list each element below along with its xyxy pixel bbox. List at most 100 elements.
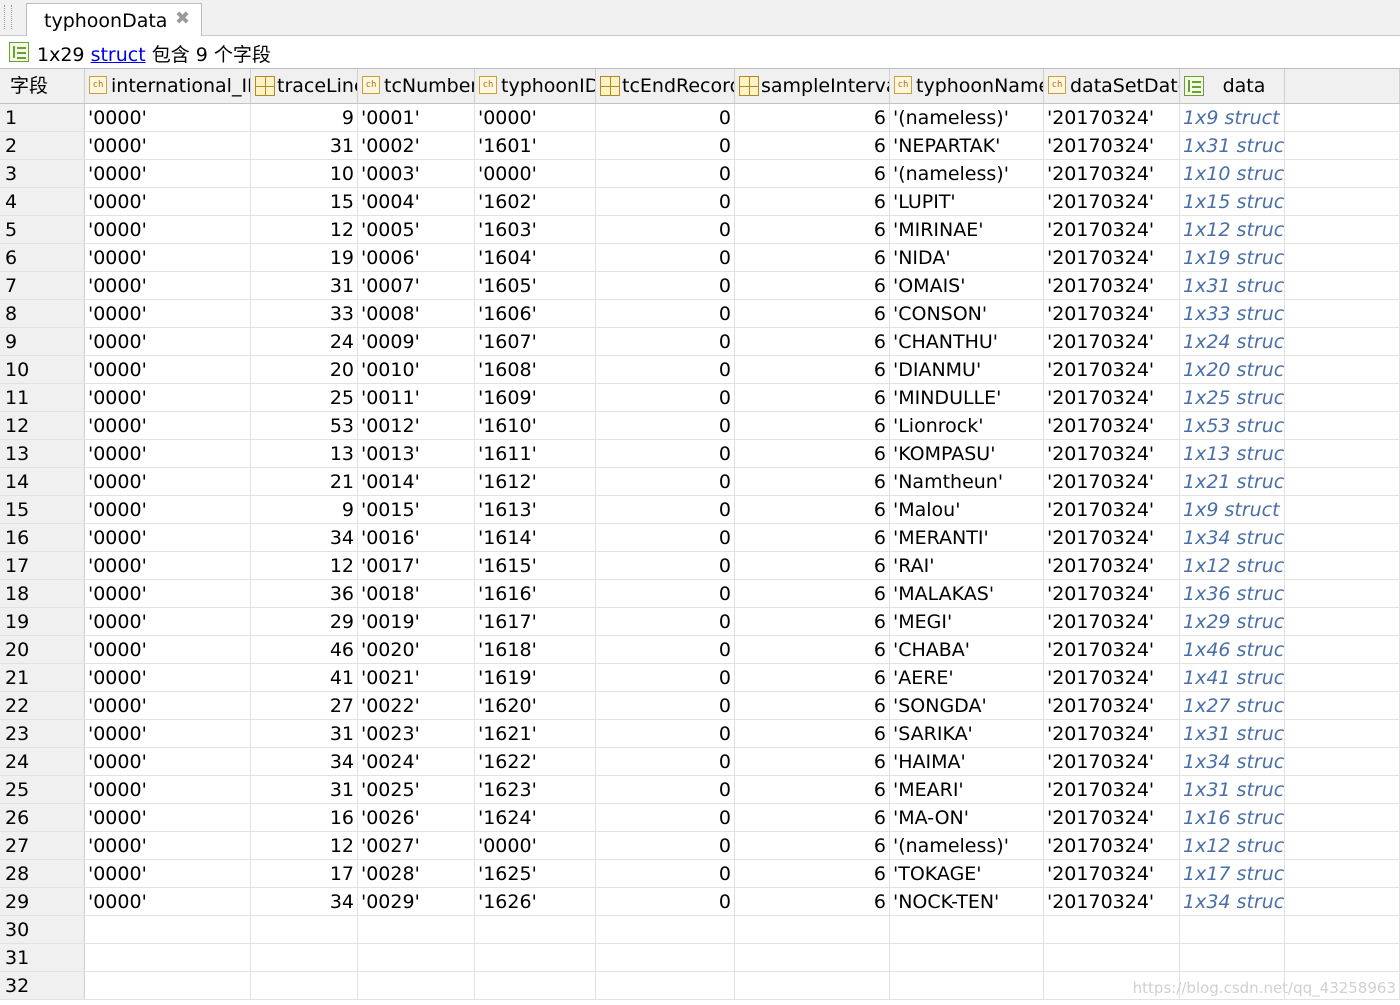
cell-data[interactable] (1180, 944, 1285, 971)
table-row[interactable]: 27'0000' 12'0027' '0000' 0 6 '(nameless)' '201… (0, 832, 1400, 860)
table-row[interactable]: 28'0000' 17'0028' '1625' 0 6 'TOKAGE' '2017032… (0, 860, 1400, 888)
table-row[interactable]: 19'0000' 29'0019' '1617' 0 6 'MEGI' '20170324'… (0, 608, 1400, 636)
cell-sampleInterval[interactable]: 6 (735, 832, 890, 859)
cell-typhoonName[interactable] (890, 916, 1044, 943)
cell-sampleInterval[interactable]: 6 (735, 272, 890, 299)
cell-international_ID[interactable]: '0000' (85, 132, 251, 159)
cell-data[interactable]: 1x27 struct (1180, 692, 1285, 719)
cell-traceLine[interactable] (251, 944, 358, 971)
cell-dataSetDate[interactable]: '20170324' (1044, 580, 1180, 607)
cell-typhoonName[interactable]: 'TOKAGE' (890, 860, 1044, 887)
cell-dataSetDate[interactable] (1044, 916, 1180, 943)
cell-typhoonID[interactable]: '1606' (475, 300, 596, 327)
cell-sampleInterval[interactable]: 6 (735, 860, 890, 887)
table-row[interactable]: 6'0000' 19'0006' '1604' 0 6 'NIDA' '20170324' 1… (0, 244, 1400, 272)
table-row[interactable]: 2'0000' 31'0002' '1601' 0 6 'NEPARTAK' '201703… (0, 132, 1400, 160)
cell-tcEndRecord[interactable]: 0 (596, 468, 735, 495)
cell-sampleInterval[interactable]: 6 (735, 356, 890, 383)
table-row[interactable]: 17'0000' 12'0017' '1615' 0 6 'RAI' '20170324' 1… (0, 552, 1400, 580)
cell-data[interactable]: 1x21 struct (1180, 468, 1285, 495)
cell-traceLine[interactable]: 31 (251, 776, 358, 803)
cell-international_ID[interactable]: '0000' (85, 356, 251, 383)
table-row[interactable]: 12'0000' 53'0012' '1610' 0 6 'Lionrock' '20170… (0, 412, 1400, 440)
cell-dataSetDate[interactable]: '20170324' (1044, 216, 1180, 243)
cell-data[interactable]: 1x12 struct (1180, 832, 1285, 859)
cell-data[interactable]: 1x15 struct (1180, 188, 1285, 215)
cell-tcEndRecord[interactable]: 0 (596, 636, 735, 663)
cell-dataSetDate[interactable]: '20170324' (1044, 748, 1180, 775)
cell-typhoonName[interactable]: 'Malou' (890, 496, 1044, 523)
cell-international_ID[interactable]: '0000' (85, 160, 251, 187)
cell-dataSetDate[interactable]: '20170324' (1044, 440, 1180, 467)
cell-international_ID[interactable]: '0000' (85, 832, 251, 859)
cell-tcNumber[interactable]: '0019' (358, 608, 475, 635)
cell-typhoonName[interactable]: 'MEGI' (890, 608, 1044, 635)
struct-link[interactable]: struct (91, 44, 146, 66)
cell-sampleInterval[interactable]: 6 (735, 216, 890, 243)
cell-tcEndRecord[interactable] (596, 972, 735, 999)
cell-traceLine[interactable]: 9 (251, 104, 358, 131)
cell-data[interactable]: 1x12 struct (1180, 552, 1285, 579)
table-row[interactable]: 9'0000' 24'0009' '1607' 0 6 'CHANTHU' '2017032… (0, 328, 1400, 356)
cell-sampleInterval[interactable]: 6 (735, 552, 890, 579)
cell-typhoonName[interactable]: 'OMAIS' (890, 272, 1044, 299)
cell-dataSetDate[interactable]: '20170324' (1044, 328, 1180, 355)
cell-tcNumber[interactable]: '0021' (358, 664, 475, 691)
cell-dataSetDate[interactable]: '20170324' (1044, 524, 1180, 551)
cell-tcEndRecord[interactable]: 0 (596, 748, 735, 775)
cell-typhoonID[interactable]: '0000' (475, 104, 596, 131)
cell-typhoonID[interactable]: '1609' (475, 384, 596, 411)
cell-tcNumber[interactable]: '0027' (358, 832, 475, 859)
cell-traceLine[interactable]: 31 (251, 132, 358, 159)
cell-data[interactable]: 1x34 struct (1180, 524, 1285, 551)
cell-dataSetDate[interactable]: '20170324' (1044, 496, 1180, 523)
cell-dataSetDate[interactable]: '20170324' (1044, 888, 1180, 915)
cell-tcNumber[interactable]: '0026' (358, 804, 475, 831)
cell-dataSetDate[interactable]: '20170324' (1044, 832, 1180, 859)
cell-dataSetDate[interactable]: '20170324' (1044, 272, 1180, 299)
cell-typhoonID[interactable]: '1605' (475, 272, 596, 299)
cell-tcEndRecord[interactable]: 0 (596, 608, 735, 635)
cell-dataSetDate[interactable]: '20170324' (1044, 160, 1180, 187)
cell-tcEndRecord[interactable]: 0 (596, 776, 735, 803)
cell-traceLine[interactable]: 33 (251, 300, 358, 327)
cell-tcEndRecord[interactable]: 0 (596, 188, 735, 215)
cell-international_ID[interactable]: '0000' (85, 188, 251, 215)
table-row[interactable]: 15'0000' 9'0015' '1613' 0 6 'Malou' '20170324'… (0, 496, 1400, 524)
cell-tcNumber[interactable] (358, 944, 475, 971)
cell-international_ID[interactable]: '0000' (85, 328, 251, 355)
cell-traceLine[interactable]: 25 (251, 384, 358, 411)
cell-typhoonID[interactable]: '1623' (475, 776, 596, 803)
cell-tcNumber[interactable]: '0017' (358, 552, 475, 579)
cell-typhoonName[interactable]: 'MA-ON' (890, 804, 1044, 831)
table-row[interactable]: 25'0000' 31'0025' '1623' 0 6 'MEARI' '20170324… (0, 776, 1400, 804)
cell-typhoonName[interactable]: 'NIDA' (890, 244, 1044, 271)
cell-dataSetDate[interactable]: '20170324' (1044, 720, 1180, 747)
cell-dataSetDate[interactable]: '20170324' (1044, 244, 1180, 271)
cell-international_ID[interactable]: '0000' (85, 552, 251, 579)
cell-typhoonID[interactable]: '1617' (475, 608, 596, 635)
cell-international_ID[interactable]: '0000' (85, 664, 251, 691)
cell-sampleInterval[interactable]: 6 (735, 664, 890, 691)
cell-dataSetDate[interactable]: '20170324' (1044, 636, 1180, 663)
cell-data[interactable]: 1x31 struct (1180, 776, 1285, 803)
cell-dataSetDate[interactable]: '20170324' (1044, 804, 1180, 831)
cell-dataSetDate[interactable]: '20170324' (1044, 412, 1180, 439)
cell-sampleInterval[interactable]: 6 (735, 720, 890, 747)
cell-tcNumber[interactable]: '0005' (358, 216, 475, 243)
cell-typhoonName[interactable]: 'NEPARTAK' (890, 132, 1044, 159)
cell-typhoonName[interactable]: 'NOCK-TEN' (890, 888, 1044, 915)
cell-international_ID[interactable]: '0000' (85, 748, 251, 775)
table-row[interactable]: 24'0000' 34'0024' '1622' 0 6 'HAIMA' '20170324… (0, 748, 1400, 776)
table-row[interactable]: 16'0000' 34'0016' '1614' 0 6 'MERANTI' '201703… (0, 524, 1400, 552)
cell-typhoonName[interactable]: 'RAI' (890, 552, 1044, 579)
cell-typhoonID[interactable]: '1608' (475, 356, 596, 383)
cell-international_ID[interactable]: '0000' (85, 720, 251, 747)
column-header-tcNumber[interactable]: ch tcNumber (358, 69, 475, 103)
column-header-international_ID[interactable]: ch international_ID (85, 69, 251, 103)
column-header-data[interactable]: data (1180, 69, 1285, 103)
cell-typhoonID[interactable]: '0000' (475, 832, 596, 859)
cell-traceLine[interactable]: 34 (251, 888, 358, 915)
cell-tcEndRecord[interactable]: 0 (596, 888, 735, 915)
cell-international_ID[interactable]: '0000' (85, 608, 251, 635)
